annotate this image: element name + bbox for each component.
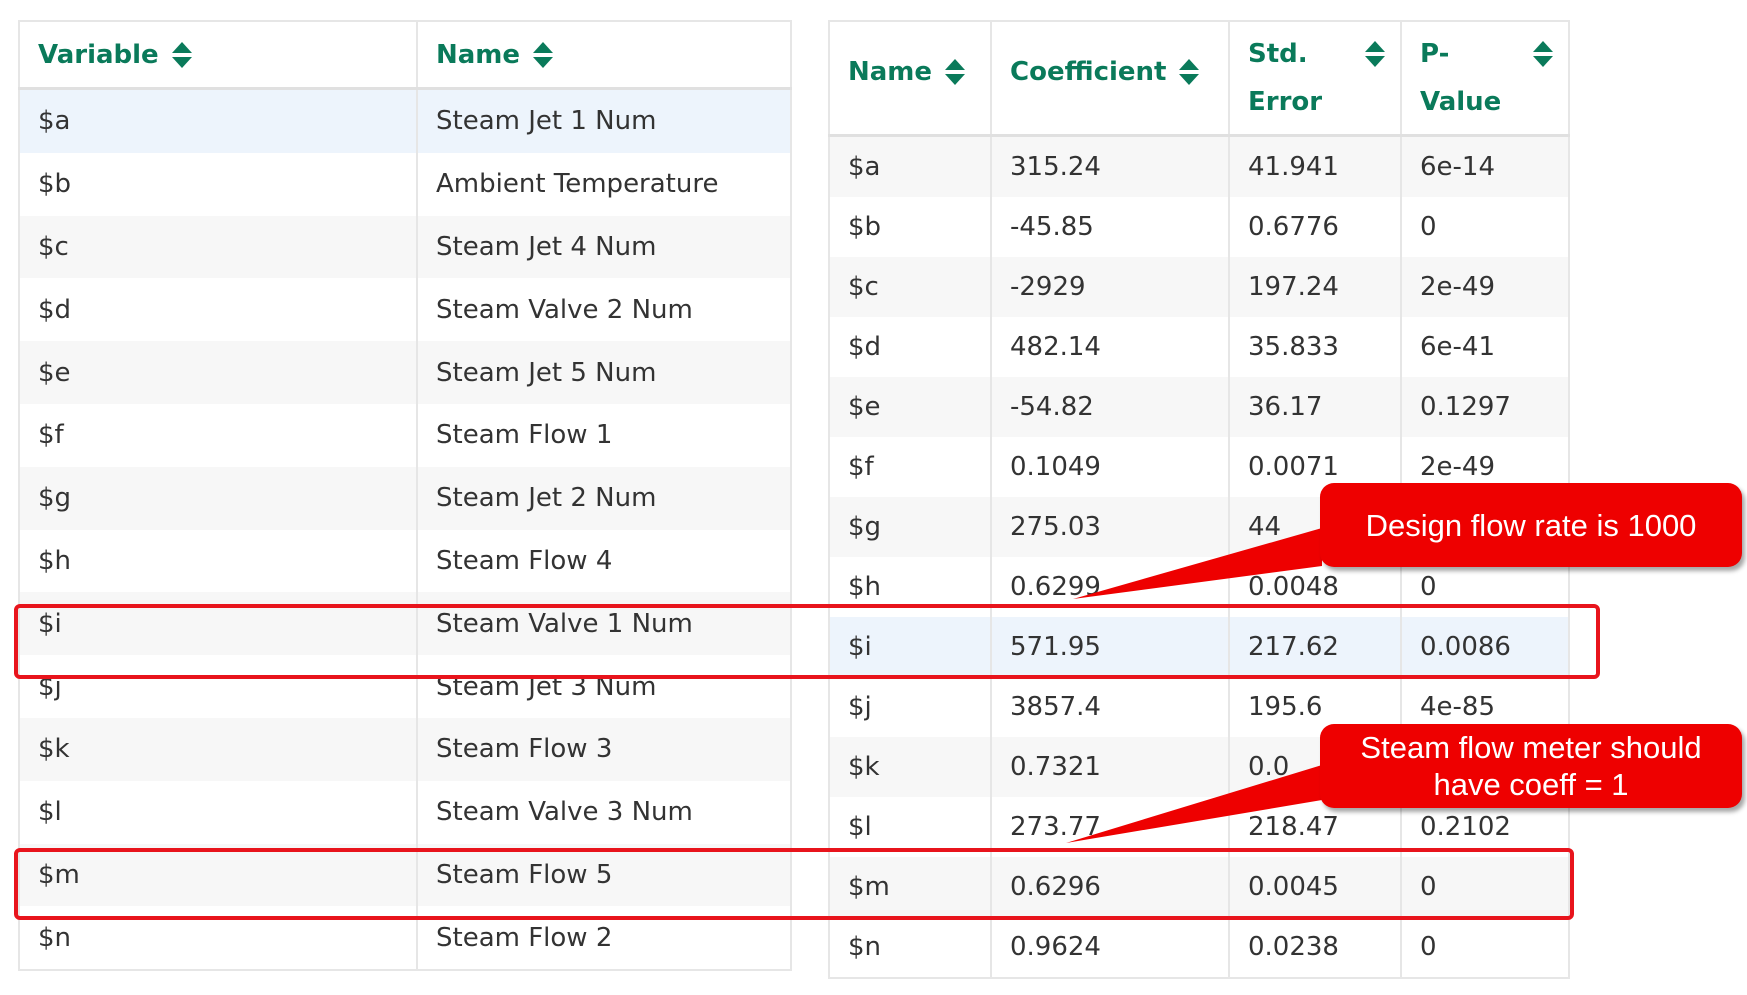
callout-text-line1: Steam flow meter should	[1360, 730, 1702, 765]
callout-text-line2: have coeff = 1	[1433, 767, 1629, 802]
callout-design-flow-rate: Design flow rate is 1000	[1320, 483, 1742, 567]
callout-text: Steam flow meter should have coeff = 1	[1360, 729, 1701, 803]
callout-steam-flow-meter: Steam flow meter should have coeff = 1	[1320, 724, 1742, 808]
callout-1-pointer	[1073, 528, 1322, 599]
callout-2-pointer	[1066, 765, 1322, 843]
callout-text: Design flow rate is 1000	[1365, 507, 1697, 543]
